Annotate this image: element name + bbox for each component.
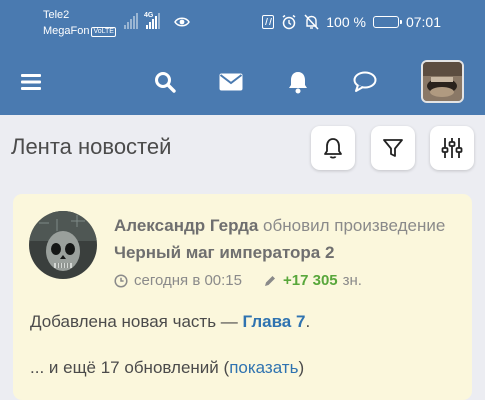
bell-outline-icon	[324, 138, 342, 159]
alarm-icon	[282, 14, 296, 30]
battery-percent: 100 %	[326, 14, 366, 30]
chat-icon[interactable]	[352, 69, 378, 95]
chars-unit: зн.	[342, 272, 362, 289]
post-headline: Александр Герда обновил произведение	[114, 216, 445, 236]
sliders-icon	[441, 138, 463, 158]
settings-button[interactable]	[430, 126, 474, 170]
user-avatar[interactable]	[421, 60, 464, 103]
show-more-link[interactable]: показать	[229, 358, 298, 377]
menu-icon[interactable]	[18, 69, 44, 95]
post-meta: сегодня в 00:15 +17 305 зн.	[114, 272, 362, 289]
search-icon[interactable]	[152, 69, 178, 95]
carrier-2: MegaFon VoLTE	[43, 25, 116, 37]
post-action: обновил произведение	[263, 216, 446, 235]
mail-icon[interactable]	[218, 69, 244, 95]
work-title[interactable]: Черный маг императора 2	[114, 243, 334, 263]
mute-icon	[304, 14, 319, 30]
filter-icon	[383, 139, 403, 157]
post-time: сегодня в 00:15	[134, 272, 242, 289]
volte-badge: VoLTE	[91, 27, 116, 37]
eye-icon	[174, 17, 190, 27]
notifications-button[interactable]	[311, 126, 355, 170]
filter-button[interactable]	[371, 126, 415, 170]
signal-icon	[124, 13, 138, 29]
more-updates: ... и ещё 17 обновлений (показать)	[30, 358, 305, 377]
author-name[interactable]: Александр Герда	[114, 216, 258, 235]
post-body: Добавлена новая часть — Глава 7.	[30, 312, 311, 331]
battery-icon	[372, 16, 402, 28]
clock: 07:01	[405, 14, 441, 30]
chars-added: +17 305	[283, 272, 338, 289]
chapter-link[interactable]: Глава 7	[243, 312, 306, 331]
bell-icon[interactable]	[285, 69, 311, 95]
page-title: Лента новостей	[11, 134, 172, 159]
clock-icon	[114, 273, 128, 288]
nfc-icon	[262, 15, 275, 29]
pencil-icon	[265, 275, 275, 286]
status-bar: Tele2 MegaFon VoLTE 4G 100 % 07:01	[0, 0, 485, 50]
signal-icon-2	[146, 13, 160, 29]
app-header	[0, 50, 485, 115]
carrier-1: Tele2	[43, 9, 70, 21]
author-avatar[interactable]	[29, 211, 97, 279]
news-card: Александр Герда обновил произведение Чер…	[13, 194, 472, 400]
